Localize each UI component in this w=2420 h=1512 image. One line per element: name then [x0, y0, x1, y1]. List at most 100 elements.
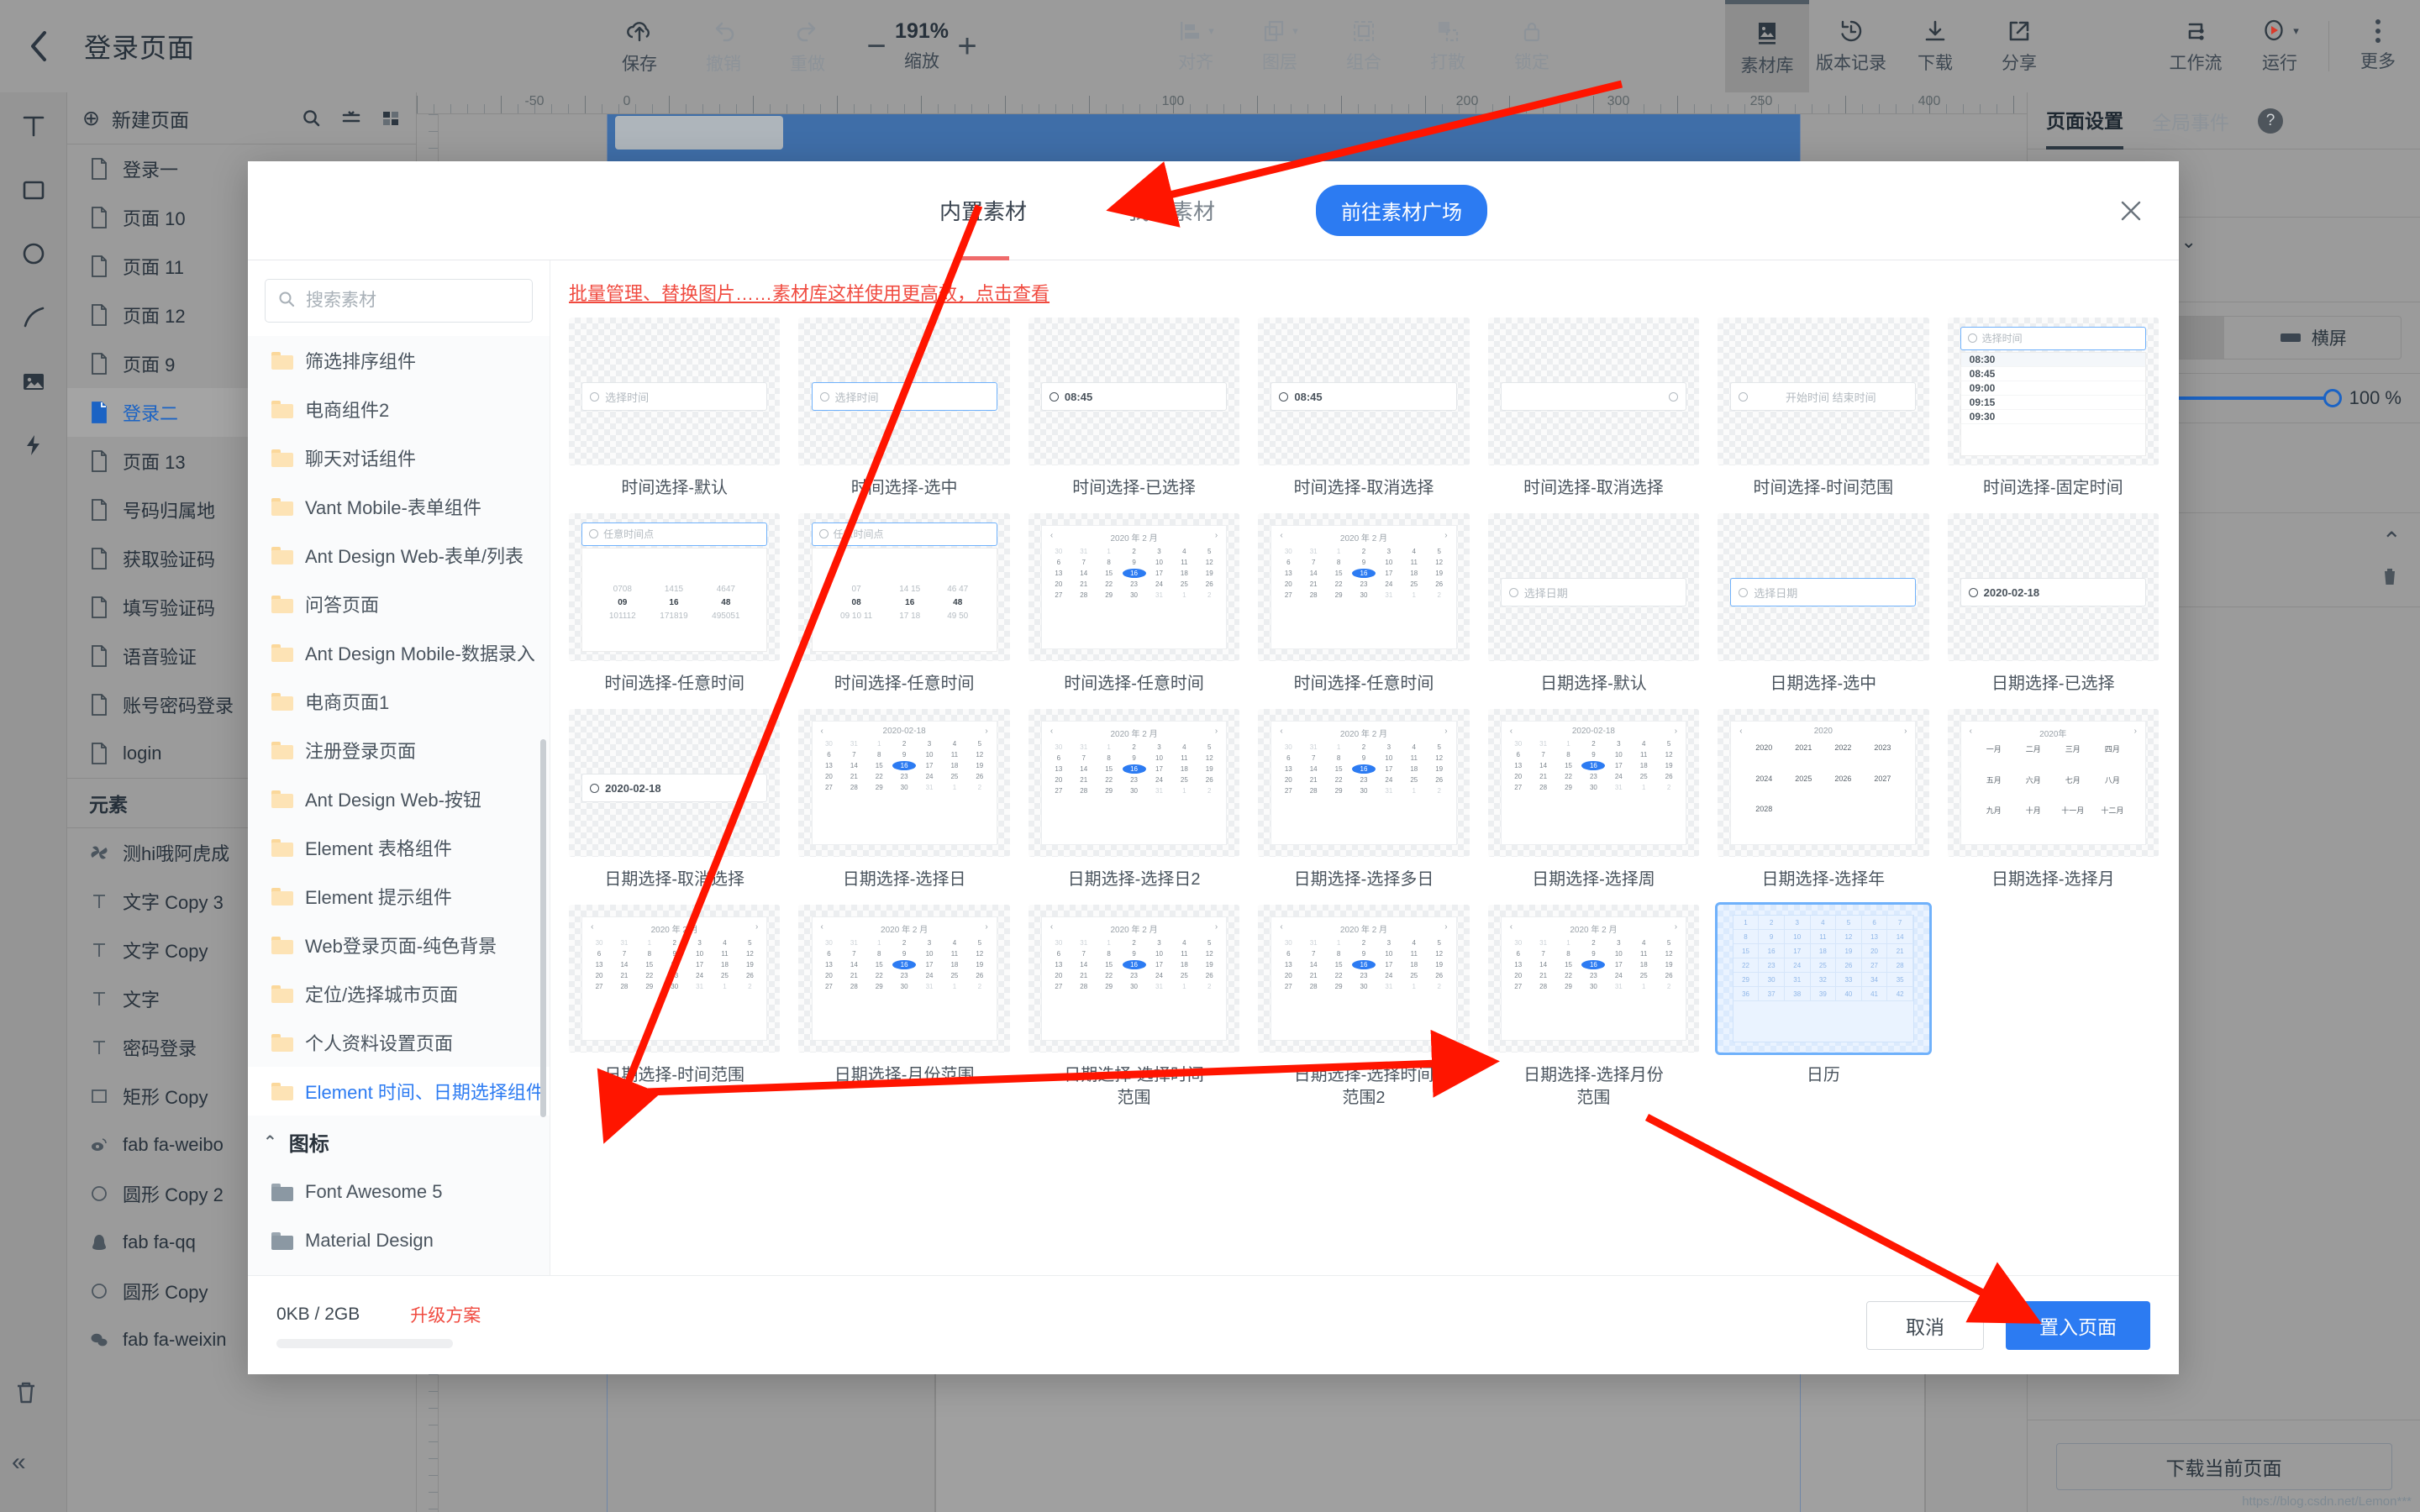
- asset-cell[interactable]: 2020-02-18 日期选择-已选择: [1947, 513, 2159, 709]
- folder-list-item[interactable]: Element 提示组件: [248, 872, 550, 921]
- place-into-page-button[interactable]: 置入页面: [2006, 1300, 2150, 1350]
- asset-thumbnail[interactable]: ‹ 2020 年 2 月 › 30 31 1 2 3 4 5 6 7 8 9 10 11 12 13 14 15 16 1…: [1028, 905, 1240, 1053]
- icon-folder-item[interactable]: Material Design: [248, 1216, 550, 1265]
- asset-thumbnail[interactable]: ‹ 2020 年 2 月 › 30 31 1 2 3 4 5 6 7 8 9 10 11 12 13 14 15 16 1…: [1487, 905, 1700, 1053]
- asset-thumbnail[interactable]: 选择时间: [569, 318, 781, 465]
- asset-cell[interactable]: ‹ 2020 年 2 月 › 30 31 1 2 3 4 5 6 7 8 9 10 11 12 13 14 15 16 1…: [1028, 709, 1240, 905]
- trash-icon[interactable]: [12, 1378, 40, 1411]
- folder-list-item[interactable]: 电商页面1: [248, 677, 550, 726]
- asset-thumbnail[interactable]: ‹ 2020 年 2 月 › 30 31 1 2 3 4 5 6 7 8 9 10 11 12 13 14 15 16 1…: [569, 905, 781, 1053]
- icon-folder-item[interactable]: Font Awesome 5: [248, 1168, 550, 1216]
- asset-cell[interactable]: ‹ 2020-02-18 › 30 31 1 2 3 4 5 6 7 8 9 10 11 12 13 14 15 16 1…: [798, 709, 1010, 905]
- asset-cell[interactable]: ‹ 2020 年 2 月 › 30 31 1 2 3 4 5 6 7 8 9 10 11 12 13 14 15 16 1…: [1258, 709, 1470, 905]
- asset-cell[interactable]: ‹ 2020 年 2 月 › 30 31 1 2 3 4 5 6 7 8 9 10 11 12 13 14 15 16 1…: [1258, 513, 1470, 709]
- asset-thumbnail[interactable]: ‹ 2020 年 2 月 › 30 31 1 2 3 4 5 6 7 8 9 10 11 12 13 14 15 16 1…: [798, 905, 1010, 1053]
- asset-cell[interactable]: ‹ 2020 年 2 月 › 30 31 1 2 3 4 5 6 7 8 9 10 11 12 13 14 15 16 1…: [1028, 513, 1240, 709]
- grid-icon[interactable]: [381, 108, 401, 129]
- upgrade-plan-link[interactable]: 升级方案: [410, 1302, 481, 1327]
- save-button[interactable]: 保存: [597, 0, 681, 92]
- asset-thumbnail[interactable]: 任意时间点 0708 09 101112 1415 16 171819 4647 48 4950…: [569, 513, 781, 661]
- asset-thumbnail[interactable]: ‹ 2020 年 2 月 › 30 31 1 2 3 4 5 6 7 8 9 10 11 12 13 14 15 16 1…: [1258, 513, 1470, 661]
- asset-thumbnail[interactable]: 2020-02-18: [569, 709, 781, 857]
- close-icon[interactable]: [2118, 198, 2144, 231]
- asset-thumbnail[interactable]: ‹ 2020 年 2 月 › 30 31 1 2 3 4 5 6 7 8 9 10 11 12 13 14 15 16 1…: [1028, 709, 1240, 857]
- asset-cell[interactable]: ‹ 2020-02-18 › 30 31 1 2 3 4 5 6 7 8 9 10 11 12 13 14 15 16 1…: [1487, 709, 1700, 905]
- asset-cell[interactable]: 选择时间 时间选择-默认: [569, 318, 781, 513]
- folder-list[interactable]: 筛选排序组件 电商组件2 聊天对话组件 Vant Mobile-表单组件 Ant…: [248, 336, 550, 1275]
- folder-list-item[interactable]: Ant Design Mobile-数据录入: [248, 628, 550, 677]
- undo-button[interactable]: 撤销: [681, 0, 765, 92]
- icon-group-header[interactable]: ⌃ 图标: [248, 1116, 550, 1168]
- asset-thumbnail[interactable]: 08:45: [1028, 318, 1240, 465]
- asset-thumbnail[interactable]: 1 2 3 4 5 6 7 8 9 10 11 12 13 14 15 16 17 18 19 20 21 22 23 24 2…: [1715, 902, 1932, 1055]
- asset-thumbnail[interactable]: ‹ 2020 年 2 月 › 30 31 1 2 3 4 5 6 7 8 9 10 11 12 13 14 15 16 1…: [1258, 709, 1470, 857]
- cancel-button[interactable]: 取消: [1866, 1300, 1984, 1350]
- asset-cell[interactable]: 08:45 时间选择-取消选择: [1258, 318, 1470, 513]
- run-button[interactable]: ▾ 运行: [2238, 0, 2322, 92]
- folder-list-item[interactable]: Ant Design Web-按钮: [248, 774, 550, 823]
- zoom-out-button[interactable]: −: [858, 28, 895, 66]
- search-field-wrapper[interactable]: [265, 279, 533, 323]
- folder-list-item[interactable]: 筛选排序组件: [248, 336, 550, 385]
- folder-list-item[interactable]: 注册登录页面: [248, 726, 550, 774]
- ellipse-tool-icon[interactable]: [13, 234, 54, 274]
- folder-list-item[interactable]: 个人资料设置页面: [248, 1018, 550, 1067]
- lock-button[interactable]: 锁定: [1490, 0, 1574, 92]
- plus-circle-icon[interactable]: ⊕: [82, 106, 100, 131]
- tab-page-settings[interactable]: 页面设置: [2046, 92, 2123, 150]
- chevron-up-icon[interactable]: ⌃: [2382, 527, 2402, 554]
- asset-thumbnail[interactable]: ‹ 2020 年 2 月 › 30 31 1 2 3 4 5 6 7 8 9 10 11 12 13 14 15 16 1…: [1028, 513, 1240, 661]
- asset-thumbnail[interactable]: ‹ 2020 › 2020 2021 2022 2023 2024 2025 2026 2027 2…: [1718, 709, 1929, 857]
- text-tool-icon[interactable]: [13, 106, 54, 146]
- asset-cell[interactable]: 08:45 时间选择-已选择: [1028, 318, 1240, 513]
- asset-thumbnail[interactable]: 08:45: [1258, 318, 1470, 465]
- share-button[interactable]: 分享: [1977, 0, 2061, 92]
- asset-thumbnail[interactable]: ‹ 2020-02-18 › 30 31 1 2 3 4 5 6 7 8 9 10 11 12 13 14 15 16 1…: [798, 709, 1010, 857]
- asset-thumbnail[interactable]: 选择日期: [1487, 513, 1700, 661]
- pen-tool-icon[interactable]: [13, 297, 54, 338]
- asset-cell[interactable]: 选择日期 日期选择-选中: [1718, 513, 1929, 709]
- asset-thumbnail[interactable]: [1487, 318, 1700, 465]
- asset-cell[interactable]: 选择日期 日期选择-默认: [1487, 513, 1700, 709]
- go-to-asset-market-button[interactable]: 前往素材广场: [1316, 185, 1488, 236]
- rectangle-tool-icon[interactable]: [13, 170, 54, 210]
- align-button[interactable]: ▾ 对齐: [1154, 0, 1238, 92]
- question-mark-icon[interactable]: ?: [2258, 108, 2283, 134]
- back-button[interactable]: [0, 0, 77, 92]
- more-button[interactable]: 更多: [2336, 0, 2420, 92]
- asset-thumbnail[interactable]: 任意时间点 07 08 09 10 11 14 15 16 17 18 46 47 48 4…: [798, 513, 1010, 661]
- folder-list-item[interactable]: Element 时间、日期选择组件: [248, 1067, 550, 1116]
- folder-list-item[interactable]: 聊天对话组件: [248, 433, 550, 482]
- asset-cell[interactable]: 选择时间 时间选择-选中: [798, 318, 1010, 513]
- asset-thumbnail[interactable]: 选择时间: [798, 318, 1010, 465]
- asset-cell[interactable]: 开始时间 结束时间 时间选择-时间范围: [1718, 318, 1929, 513]
- search-input[interactable]: [306, 291, 520, 311]
- asset-cell[interactable]: ‹ 2020 › 2020 2021 2022 2023 2024 2025 2026 2027 2…: [1718, 709, 1929, 905]
- asset-cell[interactable]: 选择时间 08:30 08:45 09:00 09:15 09:30 时间选择-固定时间: [1947, 318, 2159, 513]
- asset-cell[interactable]: ‹ 2020 年 2 月 › 30 31 1 2 3 4 5 6 7 8 9 10 11 12 13 14 15 16 1…: [1258, 905, 1470, 1123]
- asset-thumbnail[interactable]: 选择日期: [1718, 513, 1929, 661]
- folder-list-item[interactable]: 定位/选择城市页面: [248, 969, 550, 1018]
- ungroup-button[interactable]: 打散: [1406, 0, 1490, 92]
- asset-cell[interactable]: ‹ 2020 年 2 月 › 30 31 1 2 3 4 5 6 7 8 9 10 11 12 13 14 15 16 1…: [1028, 905, 1240, 1123]
- asset-cell[interactable]: 1 2 3 4 5 6 7 8 9 10 11 12 13 14 15 16 17 18 19 20 21 22 23 24 2…: [1715, 902, 1932, 1123]
- folder-list-item[interactable]: 电商组件2: [248, 385, 550, 433]
- asset-cell[interactable]: 任意时间点 07 08 09 10 11 14 15 16 17 18 46 47 48 4…: [798, 513, 1010, 709]
- folder-list-item[interactable]: 问答页面: [248, 580, 550, 628]
- sort-icon[interactable]: [340, 108, 362, 129]
- version-history-button[interactable]: 版本记录: [1809, 0, 1893, 92]
- promo-link[interactable]: 批量管理、替换图片……素材库这样使用更高效，点击查看: [569, 283, 1050, 304]
- asset-cell[interactable]: ‹ 2020 年 2 月 › 30 31 1 2 3 4 5 6 7 8 9 10 11 12 13 14 15 16 1…: [1487, 905, 1700, 1123]
- group-button[interactable]: 组合: [1322, 0, 1406, 92]
- asset-cell[interactable]: 任意时间点 0708 09 101112 1415 16 171819 4647 48 4950…: [569, 513, 781, 709]
- workflow-button[interactable]: 工作流: [2154, 0, 2238, 92]
- asset-thumbnail[interactable]: ‹ 2020 年 2 月 › 30 31 1 2 3 4 5 6 7 8 9 10 11 12 13 14 15 16 1…: [1258, 905, 1470, 1053]
- search-icon[interactable]: [302, 108, 322, 129]
- tab-global-events[interactable]: 全局事件: [2152, 92, 2229, 150]
- asset-cell[interactable]: 时间选择-取消选择: [1487, 318, 1700, 513]
- asset-cell[interactable]: 2020-02-18 日期选择-取消选择: [569, 709, 781, 905]
- tab-builtin-assets[interactable]: 内置素材: [939, 161, 1027, 260]
- trash-icon[interactable]: [2378, 564, 2402, 593]
- folder-list-item[interactable]: Ant Design Web-表单/列表: [248, 531, 550, 580]
- asset-thumbnail[interactable]: 2020-02-18: [1947, 513, 2159, 661]
